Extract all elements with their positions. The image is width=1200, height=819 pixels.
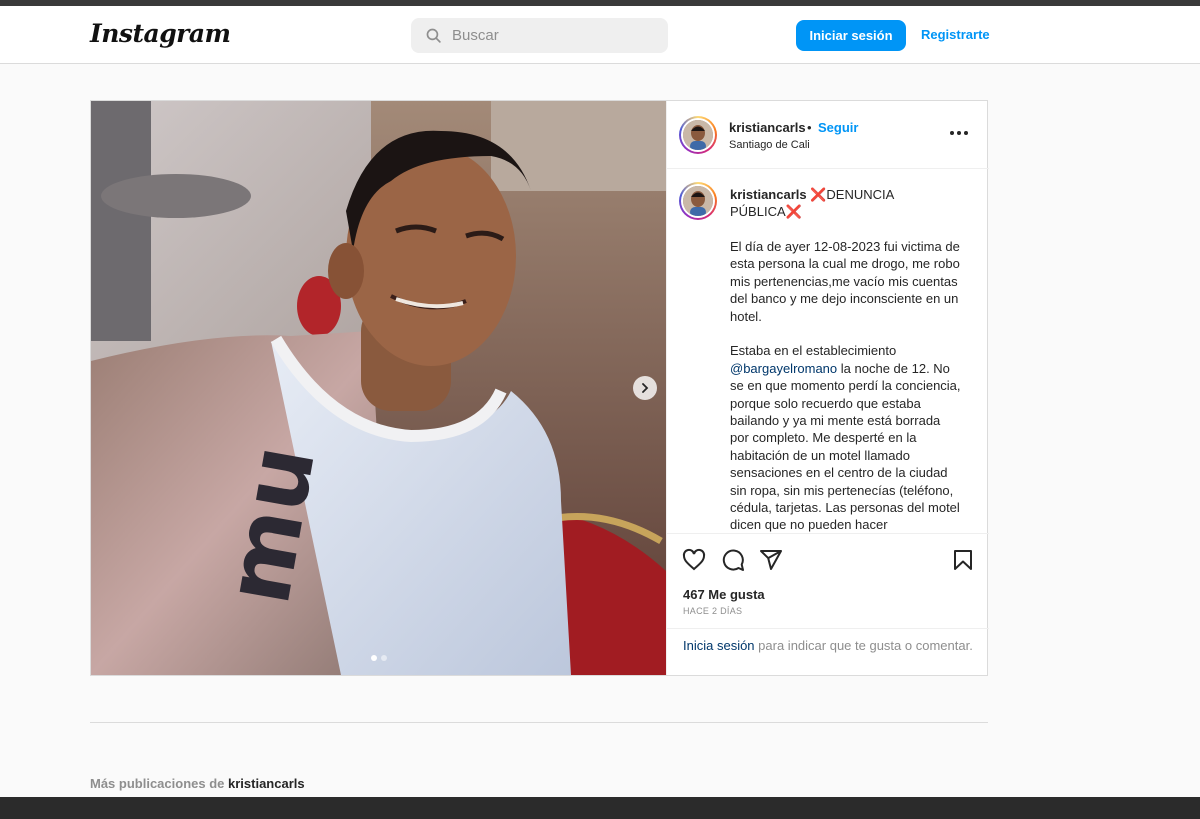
post-location[interactable]: Santiago de Cali [729, 139, 810, 151]
carousel-dot-2 [381, 655, 387, 661]
caption-paragraph-2: Estaba en el establecimiento @bargayelro… [730, 342, 962, 532]
caption-avatar[interactable] [679, 182, 717, 220]
post-card: mu kristiancarls • Seguir Santiago de Ca… [90, 100, 989, 676]
post-header: kristiancarls • Seguir Santiago de Cali [667, 101, 989, 169]
post-photo-image: mu [91, 101, 666, 675]
caption-title: kristiancarls ❌DENUNCIA PÚBLICA❌ [730, 186, 970, 220]
search-icon [426, 28, 441, 43]
comment-icon[interactable] [721, 548, 745, 572]
search-box[interactable] [411, 18, 668, 53]
section-divider [90, 722, 988, 723]
more-posts-heading: Más publicaciones de kristiancarls [90, 776, 305, 791]
search-input[interactable] [452, 27, 652, 44]
caption-p2-start: Estaba en el establecimiento [730, 343, 897, 359]
login-prompt-link[interactable]: Inicia sesión [683, 638, 755, 653]
author-avatar[interactable] [679, 116, 717, 154]
header-separator: • [807, 120, 812, 135]
more-posts-thumbnail-strip[interactable] [0, 797, 1200, 819]
avatar-photo [683, 186, 713, 216]
login-prompt: Inicia sesión para indicar que te gusta … [667, 628, 989, 675]
save-bookmark-icon[interactable] [951, 548, 975, 572]
follow-button[interactable]: Seguir [818, 120, 858, 135]
login-button[interactable]: Iniciar sesión [796, 20, 906, 51]
carousel-dot-1 [371, 655, 377, 661]
like-count[interactable]: 467 Me gusta [683, 587, 765, 602]
post-sidebar: kristiancarls • Seguir Santiago de Cali … [666, 101, 989, 675]
caption-body: El día de ayer 12-08-2023 fui victima de… [730, 238, 962, 532]
register-link[interactable]: Registrarte [921, 27, 990, 42]
more-options-icon[interactable] [950, 131, 968, 135]
cross-mark-icon: ❌ [810, 187, 827, 202]
author-username[interactable]: kristiancarls [729, 120, 806, 135]
more-posts-username[interactable]: kristiancarls [228, 776, 305, 791]
chevron-right-icon [642, 383, 649, 393]
caption-username[interactable]: kristiancarls [730, 187, 807, 202]
post-actions: 467 Me gusta HACE 2 DÍAS [667, 533, 989, 628]
post-photo[interactable]: mu [91, 101, 666, 675]
caption-title-text-1: DENUNCIA [826, 187, 895, 202]
instagram-logo[interactable]: Instagram [90, 19, 231, 48]
next-image-button[interactable] [633, 376, 657, 400]
share-send-icon[interactable] [759, 548, 783, 572]
caption-scroll-area[interactable]: kristiancarls ❌DENUNCIA PÚBLICA❌ El día … [667, 170, 989, 532]
like-heart-icon[interactable] [682, 548, 706, 572]
avatar-photo [683, 120, 713, 150]
top-nav-bar: Instagram Iniciar sesión Registrarte [0, 6, 1200, 64]
cross-mark-icon: ❌ [785, 204, 802, 219]
login-prompt-text: para indicar que te gusta o comentar. [758, 638, 973, 653]
mention-link[interactable]: @bargayelromano [730, 361, 837, 376]
more-posts-prefix: Más publicaciones de [90, 776, 225, 791]
post-timestamp[interactable]: HACE 2 DÍAS [683, 606, 742, 616]
caption-title-text-2: PÚBLICA [730, 204, 786, 219]
caption-paragraph-1: El día de ayer 12-08-2023 fui victima de… [730, 239, 960, 324]
carousel-indicator [371, 655, 387, 661]
caption-p2-rest: la noche de 12. No se en que momento per… [730, 360, 961, 532]
